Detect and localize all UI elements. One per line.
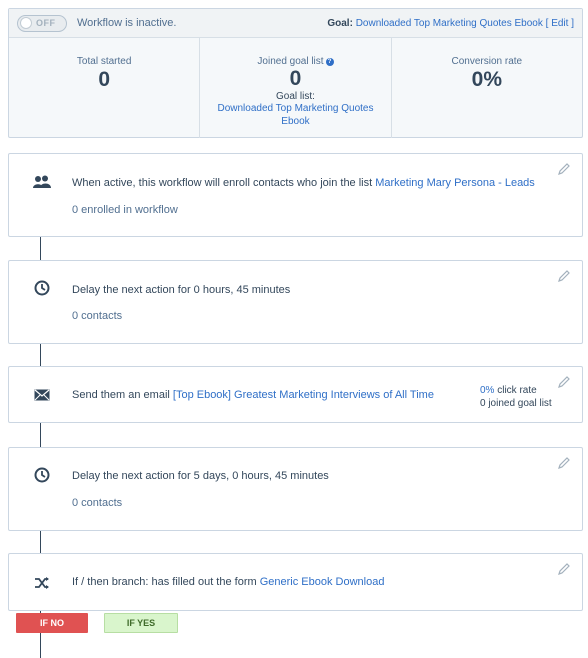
click-rate-label: click rate — [494, 385, 537, 396]
goal-list-link[interactable]: Downloaded Top Marketing Quotes Ebook — [210, 102, 380, 128]
pencil-icon[interactable] — [556, 268, 572, 284]
status-bar: OFF Workflow is inactive. Goal: Download… — [9, 9, 582, 38]
stat-title: Joined goal list? — [200, 56, 390, 67]
joined-goal-count: 0 joined goal list — [480, 398, 552, 409]
stat-value: 0% — [471, 68, 502, 91]
contacts-icon-svg — [33, 175, 51, 188]
step-subtext: 0 enrolled in workflow — [72, 204, 178, 216]
toggle-knob[interactable] — [20, 17, 32, 29]
step-text: Delay the next action for 5 days, 0 hour… — [72, 470, 329, 482]
step-card-branch[interactable]: If / then branch: has filled out the for… — [8, 553, 583, 611]
goal-info: Goal: Downloaded Top Marketing Quotes Eb… — [327, 18, 574, 29]
pencil-icon[interactable] — [556, 374, 572, 390]
enrollment-list-link[interactable]: Marketing Mary Persona - Leads — [375, 177, 535, 189]
shuffle-icon — [33, 574, 51, 592]
info-icon[interactable]: ? — [325, 58, 334, 66]
workflow-status-text: Workflow is inactive. — [77, 17, 177, 29]
contacts-icon — [33, 173, 51, 191]
step-description: When active, this workflow will enroll c… — [72, 177, 535, 189]
stat-value: 0 — [98, 68, 110, 91]
step-card-delay-2[interactable]: Delay the next action for 5 days, 0 hour… — [8, 447, 583, 531]
if-yes-branch-button[interactable]: IF YES — [104, 613, 178, 633]
step-subtext: 0 contacts — [72, 310, 123, 322]
stats-row: Total started 0 Joined goal list? 0 Goal… — [9, 38, 582, 138]
pencil-icon[interactable] — [556, 561, 572, 577]
clock-icon-svg — [34, 467, 50, 483]
stat-total-started: Total started 0 — [9, 38, 199, 138]
click-rate: 0% click rate — [480, 384, 552, 397]
stat-value: 0 — [289, 67, 302, 90]
form-link[interactable]: Generic Ebook Download — [260, 576, 385, 588]
pencil-icon[interactable] — [556, 455, 572, 471]
step-card-enrollment[interactable]: When active, this workflow will enroll c… — [8, 153, 583, 237]
stat-title: Conversion rate — [451, 56, 523, 67]
stat-joined-goal: Joined goal list? 0 Goal list: Downloade… — [199, 38, 390, 138]
step-text: When active, this workflow will enroll c… — [72, 177, 376, 189]
goal-link[interactable]: Downloaded Top Marketing Quotes Ebook — [356, 18, 543, 29]
step-text: Send them an email — [72, 389, 173, 401]
goal-edit-link[interactable]: [ Edit ] — [546, 18, 574, 29]
workflow-status-panel: OFF Workflow is inactive. Goal: Download… — [8, 8, 583, 138]
email-stats: 0% click rate 0 joined goal list — [480, 384, 552, 410]
goal-label: Goal: — [327, 18, 353, 29]
envelope-icon — [33, 386, 51, 404]
step-card-delay-1[interactable]: Delay the next action for 0 hours, 45 mi… — [8, 260, 583, 344]
stat-title-text: Joined goal list — [257, 56, 324, 67]
envelope-icon-svg — [34, 389, 50, 401]
clock-icon-svg — [34, 280, 50, 296]
step-text: If / then branch: has filled out the for… — [72, 576, 260, 588]
step-text: Delay the next action for 0 hours, 45 mi… — [72, 284, 291, 296]
toggle-label: OFF — [36, 18, 56, 28]
stat-conversion-rate: Conversion rate 0% — [390, 38, 582, 138]
step-description: Send them an email [Top Ebook] Greatest … — [72, 389, 434, 401]
shuffle-icon-svg — [35, 577, 49, 589]
step-card-email[interactable]: Send them an email [Top Ebook] Greatest … — [8, 366, 583, 423]
stat-title: Total started — [76, 56, 132, 67]
step-subtext: 0 contacts — [72, 497, 123, 509]
step-description: If / then branch: has filled out the for… — [72, 576, 384, 588]
pencil-icon[interactable] — [556, 161, 572, 177]
if-no-branch-button[interactable]: IF NO — [16, 613, 88, 633]
clock-icon — [33, 466, 51, 484]
goal-list-label: Goal list: — [276, 91, 315, 102]
email-link[interactable]: [Top Ebook] Greatest Marketing Interview… — [173, 389, 434, 401]
workflow-toggle[interactable]: OFF — [17, 14, 67, 32]
clock-icon — [33, 279, 51, 297]
click-rate-value[interactable]: 0% — [480, 385, 494, 396]
